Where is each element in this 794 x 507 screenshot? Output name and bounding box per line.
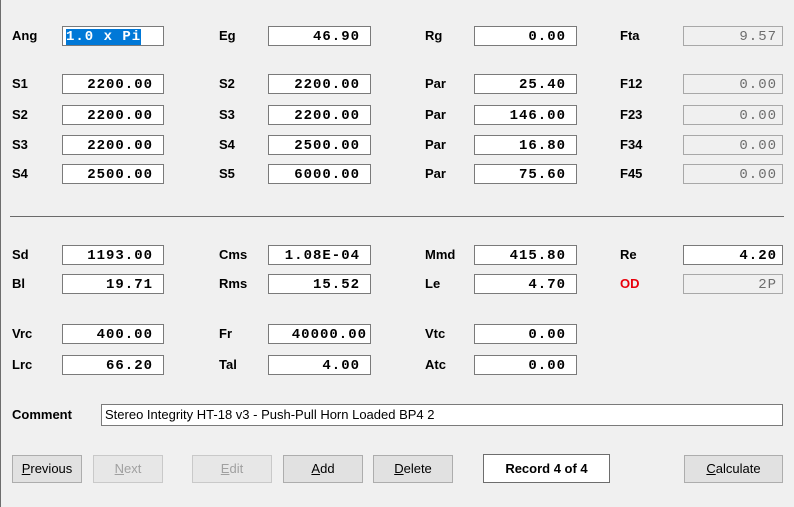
comment-input[interactable]: Stereo Integrity HT-18 v3 - Push-Pull Ho… xyxy=(101,404,783,426)
edit-button[interactable]: Edit xyxy=(192,455,272,483)
previous-button[interactable]: Previous xyxy=(12,455,82,483)
window-left-edge xyxy=(0,0,1,507)
f34-label: F34 xyxy=(620,137,643,152)
f12-label: F12 xyxy=(620,76,643,91)
atc-input[interactable]: 0.00 xyxy=(474,355,577,375)
delete-button[interactable]: Delete xyxy=(373,455,453,483)
s2-label-left: S2 xyxy=(12,107,28,122)
fr-input[interactable]: 40000.00 xyxy=(268,324,371,344)
s4-input-left[interactable]: 2500.00 xyxy=(62,164,164,184)
par-input-1[interactable]: 25.40 xyxy=(474,74,577,94)
s2-input-left[interactable]: 2200.00 xyxy=(62,105,164,125)
tal-label: Tal xyxy=(219,357,237,372)
calculate-button[interactable]: Calculate xyxy=(684,455,783,483)
fta-readonly-field: 9.57 xyxy=(683,26,783,46)
comment-label: Comment xyxy=(12,407,72,422)
f23-readonly-field: 0.00 xyxy=(683,105,783,125)
section-divider xyxy=(10,216,784,217)
s2-label: S2 xyxy=(219,76,235,91)
add-label: dd xyxy=(320,461,335,476)
re-label: Re xyxy=(620,247,637,262)
ang-input-selected-text: 1.0 x Pi xyxy=(66,29,142,45)
rms-input[interactable]: 15.52 xyxy=(268,274,371,294)
next-button[interactable]: Next xyxy=(93,455,163,483)
add-accesskey: A xyxy=(311,461,321,476)
sd-label: Sd xyxy=(12,247,29,262)
lrc-input[interactable]: 66.20 xyxy=(62,355,164,375)
par-input-4[interactable]: 75.60 xyxy=(474,164,577,184)
od-label: OD xyxy=(620,276,640,291)
cms-input[interactable]: 1.08E-04 xyxy=(268,245,371,265)
eg-label: Eg xyxy=(219,28,236,43)
vrc-label: Vrc xyxy=(12,326,33,341)
s1-input[interactable]: 2200.00 xyxy=(62,74,164,94)
add-button[interactable]: Add xyxy=(283,455,363,483)
rg-input[interactable]: 0.00 xyxy=(474,26,577,46)
rg-label: Rg xyxy=(425,28,443,43)
mmd-input[interactable]: 415.80 xyxy=(474,245,577,265)
s2-input[interactable]: 2200.00 xyxy=(268,74,371,94)
next-label: ext xyxy=(124,461,142,476)
f45-label: F45 xyxy=(620,166,643,181)
record-status: Record 4 of 4 xyxy=(483,454,610,483)
sd-input[interactable]: 1193.00 xyxy=(62,245,164,265)
s5-input[interactable]: 6000.00 xyxy=(268,164,371,184)
bl-input[interactable]: 19.71 xyxy=(62,274,164,294)
s4-label-left: S4 xyxy=(12,166,28,181)
par-label-2: Par xyxy=(425,107,446,122)
s3-label: S3 xyxy=(219,107,235,122)
ang-label: Ang xyxy=(12,28,38,43)
fr-label: Fr xyxy=(219,326,232,341)
le-input[interactable]: 4.70 xyxy=(474,274,577,294)
s3-input[interactable]: 2200.00 xyxy=(268,105,371,125)
previous-label: revious xyxy=(30,461,73,476)
vtc-label: Vtc xyxy=(425,326,446,341)
tal-input[interactable]: 4.00 xyxy=(268,355,371,375)
s4-input[interactable]: 2500.00 xyxy=(268,135,371,155)
par-label-1: Par xyxy=(425,76,446,91)
s3-label-left: S3 xyxy=(12,137,28,152)
par-label-3: Par xyxy=(425,137,446,152)
delete-accesskey: D xyxy=(394,461,404,476)
rms-label: Rms xyxy=(219,276,248,291)
cms-label: Cms xyxy=(219,247,248,262)
fta-label: Fta xyxy=(620,28,640,43)
f23-label: F23 xyxy=(620,107,643,122)
vtc-input[interactable]: 0.00 xyxy=(474,324,577,344)
vrc-input[interactable]: 400.00 xyxy=(62,324,164,344)
atc-label: Atc xyxy=(425,357,446,372)
f45-readonly-field: 0.00 xyxy=(683,164,783,184)
ang-input[interactable]: 1.0 x Pi xyxy=(62,26,164,46)
calculate-accesskey: C xyxy=(706,461,716,476)
s5-label: S5 xyxy=(219,166,235,181)
f34-readonly-field: 0.00 xyxy=(683,135,783,155)
edit-label: dit xyxy=(229,461,244,476)
mmd-label: Mmd xyxy=(425,247,456,262)
od-readonly-field: 2P xyxy=(683,274,783,294)
le-label: Le xyxy=(425,276,441,291)
eg-input[interactable]: 46.90 xyxy=(268,26,371,46)
delete-label: elete xyxy=(403,461,432,476)
s1-label: S1 xyxy=(12,76,28,91)
re-input[interactable]: 4.20 xyxy=(683,245,783,265)
bl-label: Bl xyxy=(12,276,25,291)
next-accesskey: N xyxy=(114,461,125,476)
par-label-4: Par xyxy=(425,166,446,181)
f12-readonly-field: 0.00 xyxy=(683,74,783,94)
s3-input-left[interactable]: 2200.00 xyxy=(62,135,164,155)
calculate-label: alculate xyxy=(715,461,761,476)
s4-label: S4 xyxy=(219,137,235,152)
par-input-2[interactable]: 146.00 xyxy=(474,105,577,125)
lrc-label: Lrc xyxy=(12,357,33,372)
par-input-3[interactable]: 16.80 xyxy=(474,135,577,155)
